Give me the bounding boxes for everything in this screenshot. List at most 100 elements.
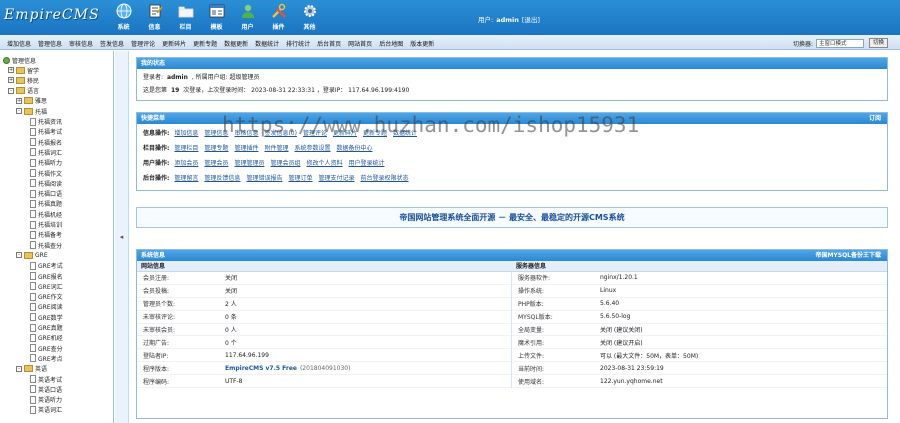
- tree-node[interactable]: 托福口语: [30, 189, 62, 199]
- nav-item-gear[interactable]: 其他: [294, 0, 325, 35]
- quickbar-item[interactable]: 网站首页: [348, 39, 372, 48]
- tree-node[interactable]: 托福作文: [30, 168, 62, 178]
- quickbar-item[interactable]: 后台首页: [317, 39, 341, 48]
- quick-link[interactable]: 用户登录统计: [348, 160, 384, 167]
- quick-link[interactable]: 添加会员: [174, 160, 198, 167]
- tree-node[interactable]: GRE阅读: [30, 302, 63, 312]
- tree-node[interactable]: - 托福: [16, 106, 47, 116]
- tree-node[interactable]: GRE数学: [30, 312, 63, 322]
- quickbar-item[interactable]: 签发信息: [100, 39, 124, 48]
- quickbar-item[interactable]: 版本更新: [410, 39, 434, 48]
- quick-link[interactable]: 数据统计: [393, 130, 417, 137]
- quick-link[interactable]: 管理支付记录: [318, 175, 354, 182]
- quick-link[interactable]: 管理评论: [303, 130, 327, 137]
- nav-item-user[interactable]: 用户: [232, 0, 263, 35]
- quick-link[interactable]: 附件管理: [264, 145, 288, 152]
- switch-button[interactable]: 切换: [869, 38, 889, 48]
- tree-node[interactable]: GRE报名: [30, 271, 63, 281]
- tree-node[interactable]: GRE机经: [30, 333, 63, 343]
- tree-node[interactable]: 英语词汇: [30, 405, 62, 415]
- quick-link[interactable]: 管理管理员: [234, 160, 264, 167]
- quick-link[interactable]: 管理会员组: [270, 160, 300, 167]
- empirecms-logo[interactable]: EmpireCMS: [4, 7, 100, 23]
- tree-node[interactable]: GRE真题: [30, 323, 63, 333]
- nav-item-tools[interactable]: 插件: [263, 0, 294, 35]
- tree-node[interactable]: - GRE: [16, 250, 48, 260]
- quick-panel-right-link[interactable]: 订阅: [869, 113, 881, 124]
- tree-node[interactable]: GRE考试: [30, 261, 63, 271]
- tree-node[interactable]: - 英语: [16, 364, 47, 374]
- quick-link[interactable]: 管理插件: [234, 145, 258, 152]
- tree-expand-icon[interactable]: +: [8, 67, 14, 73]
- nav-item-label: 用户: [241, 24, 254, 31]
- tree-node[interactable]: GRE词汇: [30, 281, 63, 291]
- quick-link[interactable]: 签发信息(0): [264, 130, 297, 137]
- tree-node[interactable]: 托福听力: [30, 158, 62, 168]
- quick-link[interactable]: 审核信息: [234, 130, 258, 137]
- tree-node[interactable]: 托福查分: [30, 240, 62, 250]
- logout-link[interactable]: [退出]: [522, 16, 540, 24]
- quick-link[interactable]: 前台登录权限状态: [360, 175, 408, 182]
- quickbar-item[interactable]: 数据统计: [255, 39, 279, 48]
- tree-expand-icon[interactable]: +: [16, 97, 22, 104]
- quickbar-item[interactable]: 后台地图: [379, 39, 403, 48]
- mysql-backup-link[interactable]: 帝国MYSQL备份王下载: [815, 250, 881, 261]
- tree-node[interactable]: + 移民: [8, 75, 39, 85]
- quick-link[interactable]: 管理订单: [288, 175, 312, 182]
- tree-node[interactable]: 英语听力: [30, 395, 62, 405]
- tree-node[interactable]: 托福报名: [30, 137, 62, 147]
- quick-link[interactable]: 管理栏目: [174, 145, 198, 152]
- tree-node[interactable]: 托福真题: [30, 199, 62, 209]
- quick-link[interactable]: 系统参数设置: [294, 145, 330, 152]
- quickbar-item[interactable]: 增加信息: [7, 39, 31, 48]
- quickbar-item[interactable]: 排行统计: [286, 39, 310, 48]
- tree-expand-icon[interactable]: -: [16, 108, 22, 115]
- quickbar-item[interactable]: 管理评论: [131, 39, 155, 48]
- quick-link[interactable]: 增加信息: [174, 130, 198, 137]
- info-value-main[interactable]: EmpireCMS v7.5 Free: [225, 365, 297, 372]
- tree-node[interactable]: 托福考试: [30, 127, 62, 137]
- tree-expand-icon[interactable]: -: [8, 87, 14, 94]
- quickbar-item[interactable]: 更新专题: [193, 39, 217, 48]
- tree-node[interactable]: - 语言: [8, 86, 39, 96]
- tree-node[interactable]: GRE作文: [30, 292, 63, 302]
- tree-node[interactable]: 托福培训: [30, 220, 62, 230]
- quick-link[interactable]: 管理错误报告: [246, 175, 282, 182]
- tree-node[interactable]: 托福机经: [30, 209, 62, 219]
- tools-icon: [270, 2, 287, 19]
- quick-link[interactable]: 管理反馈信息: [204, 175, 240, 182]
- quick-link[interactable]: 更新专题: [363, 130, 387, 137]
- quickbar-item[interactable]: 更新碎片: [162, 39, 186, 48]
- tree-node[interactable]: + 留学: [8, 65, 39, 75]
- tree-node[interactable]: 托福备考: [30, 230, 62, 240]
- tree-node[interactable]: GRE查分: [30, 343, 63, 353]
- quick-link[interactable]: 管理留言: [174, 175, 198, 182]
- tree-node[interactable]: 托福阅读: [30, 178, 62, 188]
- tree-expand-icon[interactable]: -: [16, 252, 22, 259]
- tree-node[interactable]: GRE考点: [30, 353, 63, 363]
- tree-root[interactable]: 管理信息: [3, 55, 36, 65]
- tree-node[interactable]: 英语考试: [30, 374, 62, 384]
- tree-node[interactable]: + 雅思: [16, 96, 47, 106]
- quick-link[interactable]: 管理专题: [204, 145, 228, 152]
- sidebar-collapse-toggle[interactable]: ◂: [115, 51, 129, 423]
- nav-item-globe[interactable]: 系统: [108, 0, 139, 35]
- quick-link[interactable]: 更新碎片: [333, 130, 357, 137]
- tree-node[interactable]: 托福词汇: [30, 147, 62, 157]
- quickbar-item[interactable]: 审核信息: [69, 39, 93, 48]
- nav-item-document[interactable]: 信息: [139, 0, 170, 35]
- tree-expand-icon[interactable]: -: [16, 365, 22, 372]
- quickbar-item[interactable]: 数据更新: [224, 39, 248, 48]
- quick-link[interactable]: 管理会员: [204, 160, 228, 167]
- tree-node[interactable]: 托福资讯: [30, 117, 62, 127]
- quickbar-item[interactable]: 管理信息: [38, 39, 62, 48]
- nav-item-folder[interactable]: 栏目: [170, 0, 201, 35]
- promo-banner[interactable]: 帝国网站管理系统全面开源 － 最安全、最稳定的开源CMS系统: [136, 207, 888, 228]
- tree-node[interactable]: 英语口语: [30, 384, 62, 394]
- quick-link[interactable]: 修改个人资料: [306, 160, 342, 167]
- mode-select[interactable]: 主窗口模式: [816, 38, 865, 48]
- quick-link[interactable]: 数据备份中心: [336, 145, 372, 152]
- quick-link[interactable]: 管理信息: [204, 130, 228, 137]
- tree-expand-icon[interactable]: +: [8, 77, 14, 84]
- nav-item-template[interactable]: 模板: [201, 0, 232, 35]
